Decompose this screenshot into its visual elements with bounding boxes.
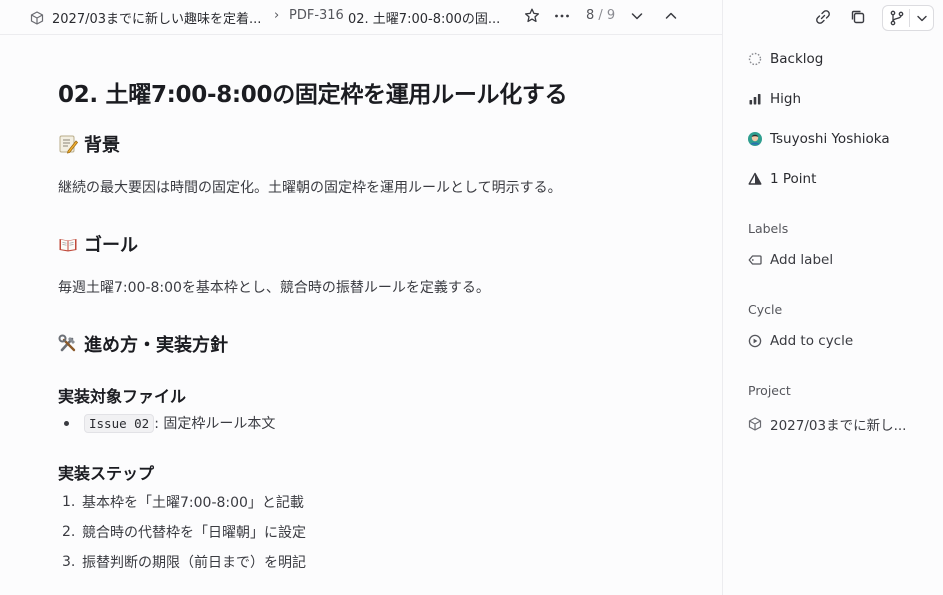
list-item-text: 振替判断の期限（前日まで）を明記 (82, 555, 306, 571)
breadcrumb-issue-id[interactable]: PDF-316 (289, 8, 344, 23)
issue-title[interactable]: 02. 土曜7:00-8:00の固定枠を運用ルール化する (58, 75, 568, 109)
memo-icon (59, 135, 78, 154)
target-files-heading: 実装対象ファイル (58, 387, 187, 406)
status-property[interactable]: Backlog (748, 51, 823, 67)
pager-total: / 9 (598, 8, 616, 23)
priority-property[interactable]: High (748, 91, 801, 107)
project-section-label: Project (748, 383, 791, 398)
section-heading-label: 進め方・実装方針 (84, 335, 228, 356)
copy-link-icon[interactable] (814, 8, 832, 26)
hammer-and-wrench-icon (58, 334, 76, 352)
section-heading-approach: 進め方・実装方針 (58, 331, 228, 357)
section-heading-label: 背景 (84, 135, 120, 156)
section-heading-background: 背景 (58, 131, 120, 157)
list-number: 1. (62, 494, 76, 510)
git-branch-icon (890, 10, 904, 26)
priority-value: High (770, 91, 802, 107)
section-body-background: 継続の最大要因は時間の固定化。土曜朝の固定枠を運用ルールとして明示する。 (58, 180, 562, 196)
project-cube-icon (30, 10, 44, 25)
list-item: Issue 02 : 固定枠ルール本文 (62, 413, 275, 433)
bullet-dot (64, 420, 69, 426)
list-number: 3. (62, 554, 76, 570)
cycle-icon (748, 334, 762, 348)
section-heading-label: ゴール (84, 235, 138, 256)
label-tag-icon (748, 255, 762, 265)
breadcrumb-project-label: 2027/03までに新しい趣味を定着... (52, 12, 262, 27)
issue-description[interactable]: 02. 土曜7:00-8:00の固定枠を運用ルール化する 背景 継続の最大要因は… (0, 36, 722, 595)
list-item: 1. 基本枠を「土曜7:00-8:00」と記載 (62, 492, 304, 512)
copy-id-icon[interactable] (849, 8, 867, 26)
section-heading-goal: ゴール (58, 231, 138, 257)
issue-properties-panel: Backlog High Tsuyoshi Yoshioka 1 Point L… (722, 0, 943, 595)
steps-heading: 実装ステップ (58, 464, 155, 483)
section-body-goal: 毎週土曜7:00-8:00を基本枠とし、競合時の振替ルールを定義する。 (58, 280, 490, 296)
breadcrumb-separator: › (274, 8, 280, 23)
labels-section-label: Labels (748, 221, 789, 236)
git-branch-button[interactable] (882, 5, 934, 31)
panel-toolbar (723, 5, 943, 31)
open-book-icon (59, 239, 77, 252)
priority-high-icon (749, 94, 761, 105)
chevron-up-icon[interactable] (662, 7, 680, 25)
backlog-status-icon (748, 52, 762, 66)
list-item: 2. 競合時の代替枠を「日曜朝」に設定 (62, 522, 306, 542)
avatar (748, 132, 762, 146)
list-item-text: 競合時の代替枠を「日曜朝」に設定 (82, 525, 306, 541)
button-divider (909, 9, 910, 27)
issue-header-bar: 2027/03までに新しい趣味を定着... › PDF-316 02. 土曜7:… (0, 0, 722, 35)
issue-pager: 8 / 9 (586, 8, 615, 23)
pager-current: 8 (586, 8, 595, 23)
more-options-icon[interactable] (553, 7, 571, 25)
project-value: 2027/03までに新し... (770, 418, 907, 434)
estimate-value: 1 Point (770, 171, 817, 187)
chevron-down-icon[interactable] (628, 7, 646, 25)
list-number: 2. (62, 524, 76, 540)
cycle-section-label: Cycle (748, 302, 783, 317)
project-property[interactable]: 2027/03までに新し... (748, 414, 906, 434)
list-item-text: 基本枠を「土曜7:00-8:00」と記載 (82, 495, 304, 511)
assignee-property[interactable]: Tsuyoshi Yoshioka (748, 131, 890, 147)
project-cube-icon (748, 417, 762, 431)
estimate-triangle-icon (748, 172, 762, 185)
list-item-text: : 固定枠ルール本文 (154, 416, 276, 432)
estimate-property[interactable]: 1 Point (748, 171, 816, 187)
inline-code: Issue 02 (84, 413, 155, 433)
add-label-text: Add label (770, 252, 834, 268)
assignee-name: Tsuyoshi Yoshioka (770, 131, 890, 147)
list-item: 3. 振替判断の期限（前日まで）を明記 (62, 552, 306, 572)
add-to-cycle-text: Add to cycle (770, 333, 854, 349)
favorite-star-icon[interactable] (523, 7, 541, 25)
breadcrumb-issue-title[interactable]: 02. 土曜7:00-8:00の固... (348, 8, 500, 27)
chevron-down-icon[interactable] (913, 9, 931, 27)
status-value: Backlog (770, 51, 824, 67)
breadcrumb-project[interactable]: 2027/03までに新しい趣味を定着... (30, 8, 261, 27)
add-to-cycle-button[interactable]: Add to cycle (748, 333, 853, 349)
add-label-button[interactable]: Add label (748, 252, 833, 268)
